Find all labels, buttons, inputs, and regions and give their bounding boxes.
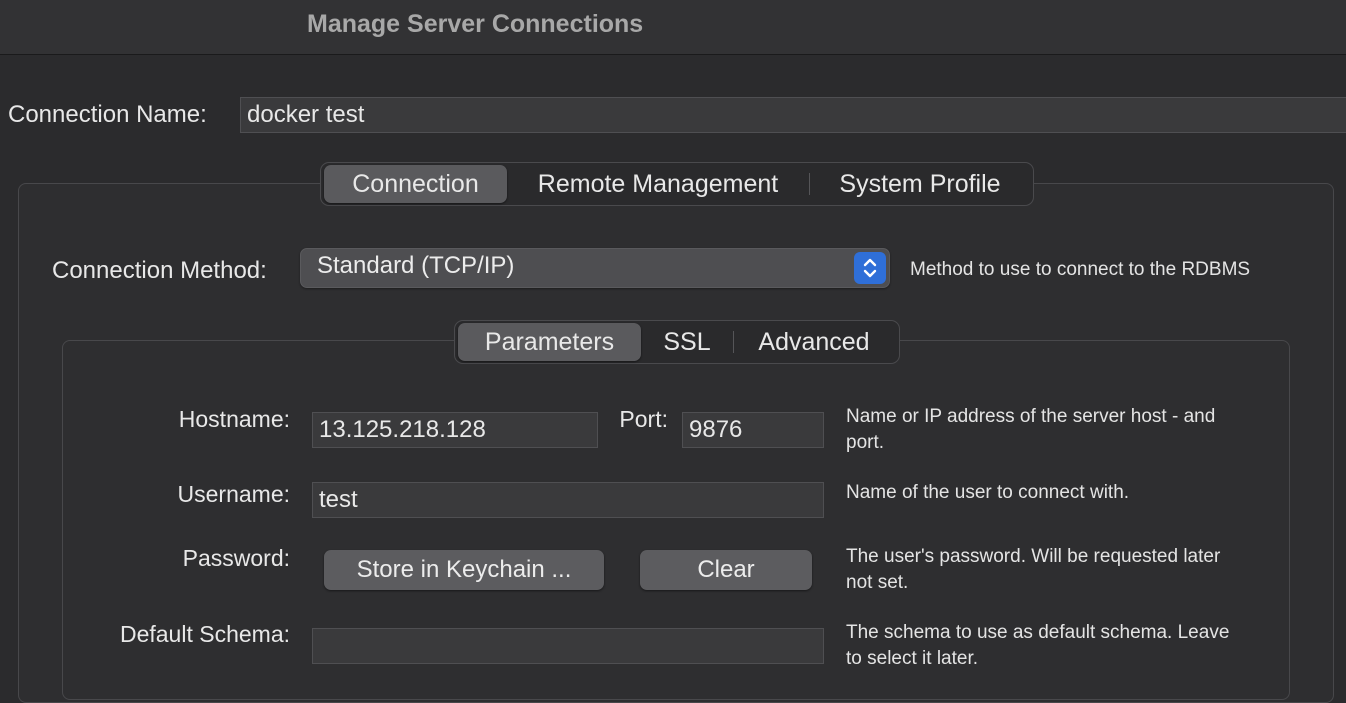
connection-name-input[interactable]: docker test — [240, 97, 1346, 133]
tab-ssl[interactable]: SSL — [641, 323, 733, 361]
tab-connection[interactable]: Connection — [324, 165, 507, 203]
password-help-line-1: The user's password. Will be requested l… — [846, 546, 1221, 567]
connection-method-select[interactable]: Standard (TCP/IP) — [300, 248, 890, 288]
username-input[interactable]: test — [312, 482, 824, 518]
title-bar: Manage Server Connections — [0, 0, 1346, 55]
main-tab-bar: Connection Remote Management System Prof… — [320, 162, 1034, 206]
port-input[interactable]: 9876 — [682, 412, 824, 448]
tab-parameters[interactable]: Parameters — [458, 323, 641, 361]
hostname-help: Name or IP address of the server host - … — [846, 404, 1278, 456]
store-in-keychain-button[interactable]: Store in Keychain ... — [324, 550, 604, 590]
sub-tab-bar: Parameters SSL Advanced — [454, 320, 900, 364]
tab-advanced[interactable]: Advanced — [734, 323, 894, 361]
default-schema-help-line-1: The schema to use as default schema. Lea… — [846, 622, 1230, 643]
tab-system-profile[interactable]: System Profile — [810, 165, 1030, 203]
default-schema-label: Default Schema: — [119, 621, 290, 647]
default-schema-help: The schema to use as default schema. Lea… — [846, 620, 1286, 672]
default-schema-help-line-2: to select it later. — [846, 648, 979, 669]
connection-method-help: Method to use to connect to the RDBMS — [910, 259, 1251, 280]
connection-name-label: Connection Name: — [8, 101, 207, 128]
window-title: Manage Server Connections — [307, 10, 644, 38]
hostname-help-line-2: port. — [846, 432, 885, 453]
hostname-label: Hostname: — [178, 406, 290, 432]
tab-remote-management[interactable]: Remote Management — [507, 165, 809, 203]
connection-method-label: Connection Method: — [52, 257, 267, 284]
hostname-input[interactable]: 13.125.218.128 — [312, 412, 598, 448]
port-label: Port: — [619, 406, 668, 432]
password-help: The user's password. Will be requested l… — [846, 544, 1278, 596]
chevron-up-down-icon — [854, 252, 886, 284]
hostname-help-line-1: Name or IP address of the server host - … — [846, 406, 1216, 427]
password-label: Password: — [182, 545, 290, 571]
connection-method-value: Standard (TCP/IP) — [317, 252, 515, 279]
username-label: Username: — [177, 481, 290, 507]
password-help-line-2: not set. — [846, 572, 909, 593]
clear-password-button[interactable]: Clear — [640, 550, 812, 590]
username-help: Name of the user to connect with. — [846, 482, 1130, 503]
default-schema-input[interactable] — [312, 628, 824, 664]
